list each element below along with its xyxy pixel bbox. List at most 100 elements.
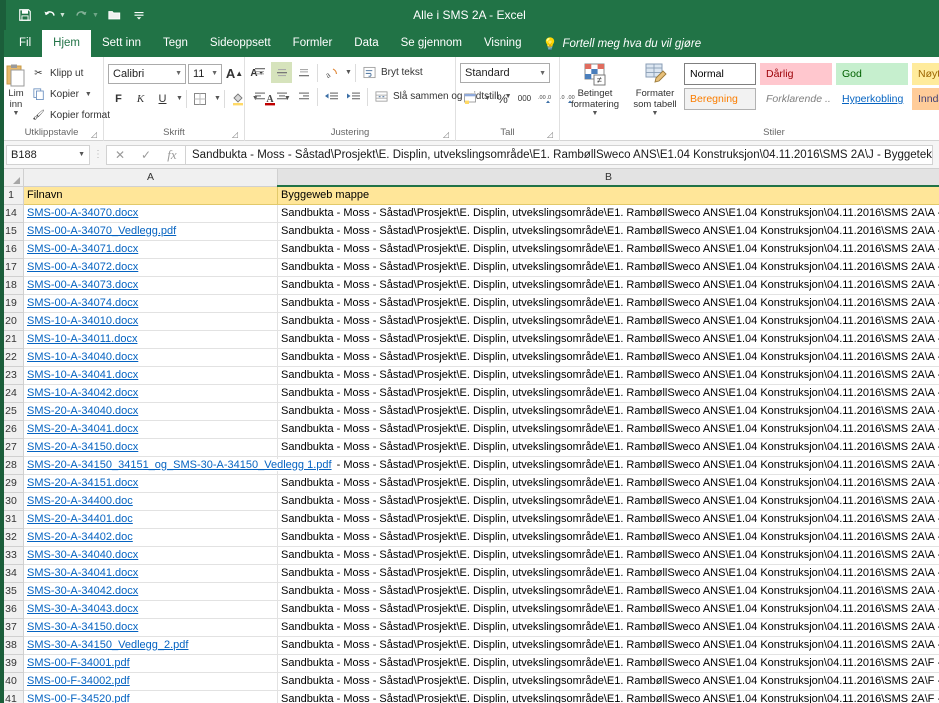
cell-filnavn[interactable]: SMS-00-F-34002.pdf: [23, 671, 278, 691]
paste-button[interactable]: Lim inn ▼: [4, 60, 28, 117]
undo-icon[interactable]: [38, 4, 60, 26]
style-noytral[interactable]: Nøytral: [912, 63, 939, 85]
filename-link[interactable]: SMS-00-A-34074.docx: [27, 297, 138, 309]
cell-byggeweb-mappe[interactable]: Sandbukta - Moss - Såstad\Prosjekt\E. Di…: [277, 203, 939, 223]
cell-styles-gallery[interactable]: Normal Dårlig God Nøytral Beregning Fork…: [684, 60, 939, 110]
cell-filnavn[interactable]: SMS-00-A-34070.docx: [23, 203, 278, 223]
accounting-caret-icon[interactable]: ▼: [484, 95, 491, 102]
font-name-caret-icon[interactable]: ▼: [175, 70, 182, 77]
align-right-icon[interactable]: [293, 86, 314, 107]
tab-visning[interactable]: Visning: [473, 30, 533, 57]
enter-icon[interactable]: ✓: [133, 146, 159, 164]
tab-formler[interactable]: Formler: [282, 30, 344, 57]
filename-link[interactable]: SMS-00-A-34072.docx: [27, 261, 138, 273]
cell-byggeweb-mappe[interactable]: Sandbukta - Moss - Såstad\Prosjekt\E. Di…: [277, 527, 939, 547]
filename-link[interactable]: SMS-20-A-34041.docx: [27, 423, 138, 435]
insert-function-icon[interactable]: fx: [159, 146, 185, 164]
font-size-caret-icon[interactable]: ▼: [211, 70, 218, 77]
cell-byggeweb-mappe[interactable]: Sandbukta - Moss - Såstad\Prosjekt\E. Di…: [277, 239, 939, 259]
format-painter-button[interactable]: 🖌 Kopier format: [28, 105, 113, 125]
clipboard-dialog-launcher[interactable]: ◿: [91, 129, 97, 141]
filename-link[interactable]: SMS-00-A-34070_Vedlegg.pdf: [27, 225, 176, 237]
cell-filnavn[interactable]: SMS-30-A-34042.docx: [23, 581, 278, 601]
filename-link[interactable]: SMS-20-A-34402.doc: [27, 531, 133, 543]
align-bottom-icon[interactable]: [293, 62, 314, 83]
filename-link[interactable]: SMS-20-A-34151.docx: [27, 477, 138, 489]
cell-byggeweb-mappe[interactable]: Sandbukta - Moss - Såstad\Prosjekt\E. Di…: [277, 635, 939, 655]
number-format-caret-icon[interactable]: ▼: [539, 70, 546, 77]
cell-filnavn[interactable]: SMS-00-A-34071.docx: [23, 239, 278, 259]
filename-link[interactable]: SMS-00-F-34001.pdf: [27, 657, 130, 669]
orientation-icon[interactable]: a: [321, 62, 342, 83]
borders-icon[interactable]: [190, 88, 211, 109]
cell-filnavn[interactable]: SMS-20-A-34040.docx: [23, 401, 278, 421]
filename-link[interactable]: SMS-20-A-34150_34151_og_SMS-30-A-34150_V…: [27, 459, 334, 471]
save-icon[interactable]: [14, 4, 36, 26]
tab-fil[interactable]: Fil: [8, 30, 42, 57]
style-darlig[interactable]: Dårlig: [760, 63, 832, 85]
cell-byggeweb-mappe[interactable]: Sandbukta - Moss - Såstad\Prosjekt\E. Di…: [277, 221, 939, 241]
cell-byggeweb-mappe[interactable]: Sandbukta - Moss - Såstad\Prosjekt\E. Di…: [277, 401, 939, 421]
cell-byggeweb-mappe[interactable]: Sandbukta - Moss - Såstad\Prosjekt\E. Di…: [277, 671, 939, 691]
customize-qat-icon[interactable]: [128, 4, 150, 26]
cell-byggeweb-mappe[interactable]: Sandbukta - Moss - Såstad\Prosjekt\E. Di…: [277, 383, 939, 403]
cell-filnavn[interactable]: SMS-10-A-34041.docx: [23, 365, 278, 385]
percent-style-icon[interactable]: %: [492, 88, 513, 109]
cell-byggeweb-mappe[interactable]: Sandbukta - Moss - Såstad\Prosjekt\E. Di…: [277, 419, 939, 439]
conditional-formatting-caret-icon[interactable]: ▼: [592, 110, 599, 117]
cell-filnavn[interactable]: SMS-00-A-34070_Vedlegg.pdf: [23, 221, 278, 241]
filename-link[interactable]: SMS-30-A-34040.docx: [27, 549, 138, 561]
cancel-icon[interactable]: ✕: [107, 146, 133, 164]
cell-byggeweb-mappe[interactable]: Sandbukta - Moss - Såstad\Prosjekt\E. Di…: [277, 563, 939, 583]
cell-b1[interactable]: Byggeweb mappe: [277, 185, 939, 205]
name-box-caret-icon[interactable]: ▼: [78, 151, 85, 158]
filename-link[interactable]: SMS-30-A-34041.docx: [27, 567, 138, 579]
cell-byggeweb-mappe[interactable]: Sandbukta - Moss - Såstad\Prosjekt\E. Di…: [277, 347, 939, 367]
paste-caret-icon[interactable]: ▼: [13, 110, 20, 117]
tab-sett-inn[interactable]: Sett inn: [91, 30, 152, 57]
tab-tegn[interactable]: Tegn: [152, 30, 199, 57]
cell-filnavn[interactable]: SMS-20-A-34151.docx: [23, 473, 278, 493]
align-center-icon[interactable]: [271, 86, 292, 107]
cell-byggeweb-mappe[interactable]: Sandbukta - Moss - Såstad\Prosjekt\E. Di…: [277, 329, 939, 349]
copy-caret-icon[interactable]: ▼: [85, 91, 92, 98]
alignment-dialog-launcher[interactable]: ◿: [443, 129, 449, 141]
align-top-icon[interactable]: [249, 62, 270, 83]
filename-link[interactable]: SMS-00-A-34073.docx: [27, 279, 138, 291]
cell-filnavn[interactable]: SMS-20-A-34041.docx: [23, 419, 278, 439]
style-forklarende[interactable]: Forklarende ...: [760, 88, 832, 110]
style-god[interactable]: God: [836, 63, 908, 85]
cell-filnavn[interactable]: SMS-00-A-34074.docx: [23, 293, 278, 313]
cell-byggeweb-mappe[interactable]: Sandbukta - Moss - Såstad\Prosjekt\E. Di…: [277, 437, 939, 457]
filename-link[interactable]: SMS-10-A-34041.docx: [27, 369, 138, 381]
cell-filnavn[interactable]: SMS-20-A-34400.doc: [23, 491, 278, 511]
formula-bar-buttons[interactable]: ✕ ✓ fx: [106, 144, 186, 165]
format-as-table-caret-icon[interactable]: ▼: [652, 110, 659, 117]
grow-font-icon[interactable]: A ▲: [224, 63, 245, 84]
cell-filnavn[interactable]: SMS-20-A-34402.doc: [23, 527, 278, 547]
undo-dropdown-caret[interactable]: ▼: [59, 12, 66, 19]
font-size-combo[interactable]: 11 ▼: [188, 63, 222, 84]
cell-byggeweb-mappe[interactable]: Sandbukta - Moss - Såstad\Prosjekt\E. Di…: [277, 311, 939, 331]
cell-byggeweb-mappe[interactable]: Sandbukta - Moss - Såstad\Prosjekt\E. Di…: [277, 617, 939, 637]
cell-filnavn[interactable]: SMS-20-A-34150_34151_og_SMS-30-A-34150_V…: [23, 455, 334, 475]
filename-link[interactable]: SMS-30-A-34042.docx: [27, 585, 138, 597]
filename-link[interactable]: SMS-20-A-34040.docx: [27, 405, 138, 417]
cell-filnavn[interactable]: SMS-10-A-34040.docx: [23, 347, 278, 367]
filename-link[interactable]: SMS-10-A-34011.docx: [27, 333, 137, 345]
style-inndata[interactable]: Inndata: [912, 88, 939, 110]
filename-link[interactable]: SMS-00-F-34520.pdf: [27, 693, 130, 703]
filename-link[interactable]: SMS-00-A-34070.docx: [27, 207, 138, 219]
filename-link[interactable]: SMS-10-A-34040.docx: [27, 351, 138, 363]
orientation-caret-icon[interactable]: ▼: [345, 69, 352, 76]
bold-button[interactable]: F: [108, 88, 129, 109]
style-normal[interactable]: Normal: [684, 63, 756, 85]
style-beregning[interactable]: Beregning: [684, 88, 756, 110]
filename-link[interactable]: SMS-30-A-34150_Vedlegg_2.pdf: [27, 639, 188, 651]
cell-filnavn[interactable]: SMS-30-A-34043.docx: [23, 599, 278, 619]
cell-byggeweb-mappe[interactable]: Sandbukta - Moss - Såstad\Prosjekt\E. Di…: [277, 365, 939, 385]
filename-link[interactable]: SMS-10-A-34010.docx: [27, 315, 138, 327]
quick-access-toolbar[interactable]: ▼ ▼: [6, 4, 150, 26]
filename-link[interactable]: SMS-20-A-34401.doc: [27, 513, 133, 525]
font-name-combo[interactable]: Calibri ▼: [108, 63, 186, 84]
